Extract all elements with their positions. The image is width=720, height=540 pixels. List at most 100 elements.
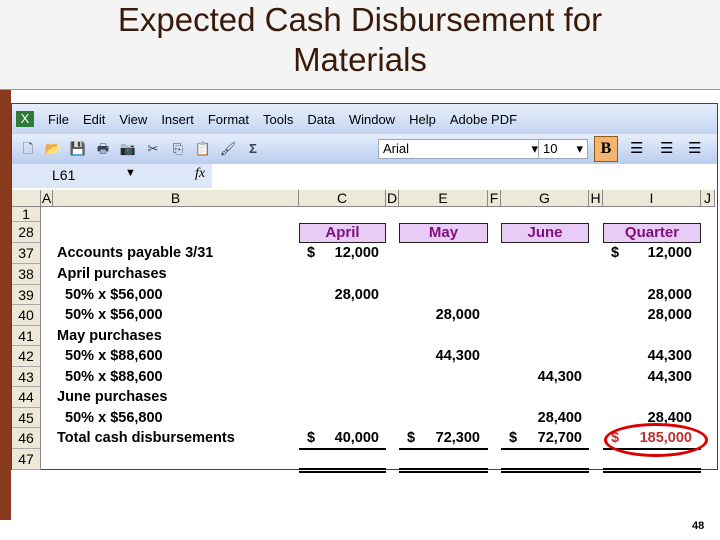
cell-april: $12,000 [307,245,379,261]
row-header-28[interactable]: 28 [12,222,41,243]
row-label: April purchases [57,266,167,282]
save-icon[interactable]: 💾 [69,141,87,157]
column-header-e[interactable]: E [399,190,488,207]
title-line-2: Materials [293,41,427,78]
menu-help[interactable]: Help [409,112,436,127]
cell-quarter: 44,300 [647,368,692,385]
cell-april: 28,000 [334,286,379,303]
row-label: Total cash disbursements [57,430,235,446]
copy-icon[interactable]: ⎘ [169,141,187,157]
menu-format[interactable]: Format [208,112,249,127]
column-title-quarter: Quarter [603,223,701,243]
font-select[interactable]: Arial ▾ [378,139,543,159]
total-rule [399,448,488,450]
column-header-a[interactable]: A [41,190,53,207]
menu-tools[interactable]: Tools [263,112,293,127]
menu-data[interactable]: Data [307,112,334,127]
column-header-d[interactable]: D [386,190,399,207]
row-header-38[interactable]: 38 [12,264,41,285]
menu-edit[interactable]: Edit [83,112,105,127]
row-label: 50% x $88,600 [57,368,163,385]
column-header-c[interactable]: C [299,190,386,207]
row-header-44[interactable]: 44 [12,387,41,408]
row-header-42[interactable]: 42 [12,346,41,367]
new-icon[interactable]: 🗋 [19,141,37,157]
cell-june: 44,300 [537,368,582,385]
cell-quarter: 28,000 [647,307,692,323]
menu-insert[interactable]: Insert [161,112,194,127]
camera-icon[interactable]: 📷 [119,141,137,157]
cell-quarter: $12,000 [611,245,692,261]
cell-june: 28,400 [537,409,582,426]
row-label: June purchases [57,389,168,405]
cell-april: $40,000 [307,430,379,446]
cell-may: $72,300 [407,430,480,446]
open-icon[interactable]: 📂 [44,141,62,157]
row-header-47[interactable]: 47 [12,448,41,470]
column-title-june: June [501,223,589,243]
slide-title: Expected Cash Disbursement for Materials [0,0,720,90]
toolbar: 🗋 📂 💾 🖶 📷 ✂ ⎘ 📋 🖌 Σ Arial ▾ 10 ▾ B ☰ ☰ ☰ [12,134,717,164]
chevron-down-icon[interactable]: ▼ [125,167,136,179]
double-underline [299,468,386,473]
row-label: May purchases [57,327,162,344]
font-value: Arial [383,141,410,156]
autosum-icon[interactable]: Σ [244,141,262,157]
row-header-39[interactable]: 39 [12,284,41,305]
font-size-select[interactable]: 10 ▾ [538,139,588,159]
double-underline [501,468,589,473]
align-right-icon[interactable]: ☰ [688,139,701,157]
cell-june: $72,700 [509,430,582,446]
page-number: 48 [692,520,705,532]
paste-icon[interactable]: 📋 [194,141,212,157]
cut-icon[interactable]: ✂ [144,141,162,157]
align-center-icon[interactable]: ☰ [660,139,673,157]
format-painter-icon[interactable]: 🖌 [219,141,237,157]
total-rule [501,448,589,450]
select-all-corner[interactable] [12,190,41,207]
double-underline [399,468,488,473]
name-box[interactable]: L61 ▼ fx [12,164,212,188]
name-box-value: L61 [52,167,76,183]
total-rule [299,448,386,450]
menu-bar: X File Edit View Insert Format Tools Data Windo… [12,104,717,134]
menu-window[interactable]: Window [349,112,395,127]
column-header-j[interactable]: J [701,190,715,207]
slide-accent-bar [0,90,11,520]
row-header-40[interactable]: 40 [12,305,41,326]
row-header-41[interactable]: 41 [12,325,41,346]
bold-button[interactable]: B [594,136,618,162]
row-label: 50% x $56,800 [57,409,163,426]
row-header-46[interactable]: 46 [12,428,41,449]
column-header-i[interactable]: I [603,190,701,207]
align-left-icon[interactable]: ☰ [630,139,643,157]
cell-quarter: 28,000 [647,286,692,303]
column-header-b[interactable]: B [53,190,299,207]
column-header-f[interactable]: F [488,190,501,207]
row-header-1[interactable]: 1 [12,207,41,222]
print-icon[interactable]: 🖶 [94,141,112,157]
fx-icon: fx [195,166,206,181]
menu-file[interactable]: File [48,112,69,127]
column-header-h[interactable]: H [589,190,603,207]
row-label: 50% x $88,600 [57,348,163,364]
row-label: 50% x $56,000 [57,286,163,303]
row-label: 50% x $56,000 [57,307,163,323]
title-line-1: Expected Cash Disbursement for [117,1,603,38]
cell-may: 44,300 [435,348,480,364]
row-label: Accounts payable 3/31 [57,245,214,261]
column-title-april: April [299,223,386,243]
cell-quarter: 44,300 [647,348,692,364]
double-underline [603,468,701,473]
row-header-43[interactable]: 43 [12,366,41,387]
column-title-may: May [399,223,488,243]
menu-view[interactable]: View [119,112,147,127]
row-header-45[interactable]: 45 [12,407,41,428]
font-size-value: 10 [543,141,558,156]
formula-bar: L61 ▼ fx [12,164,717,188]
column-header-g[interactable]: G [501,190,589,207]
menu-adobe-pdf[interactable]: Adobe PDF [450,112,517,127]
cell-may: 28,000 [435,307,480,323]
highlight-circle [604,423,708,457]
row-header-37[interactable]: 37 [12,243,41,264]
